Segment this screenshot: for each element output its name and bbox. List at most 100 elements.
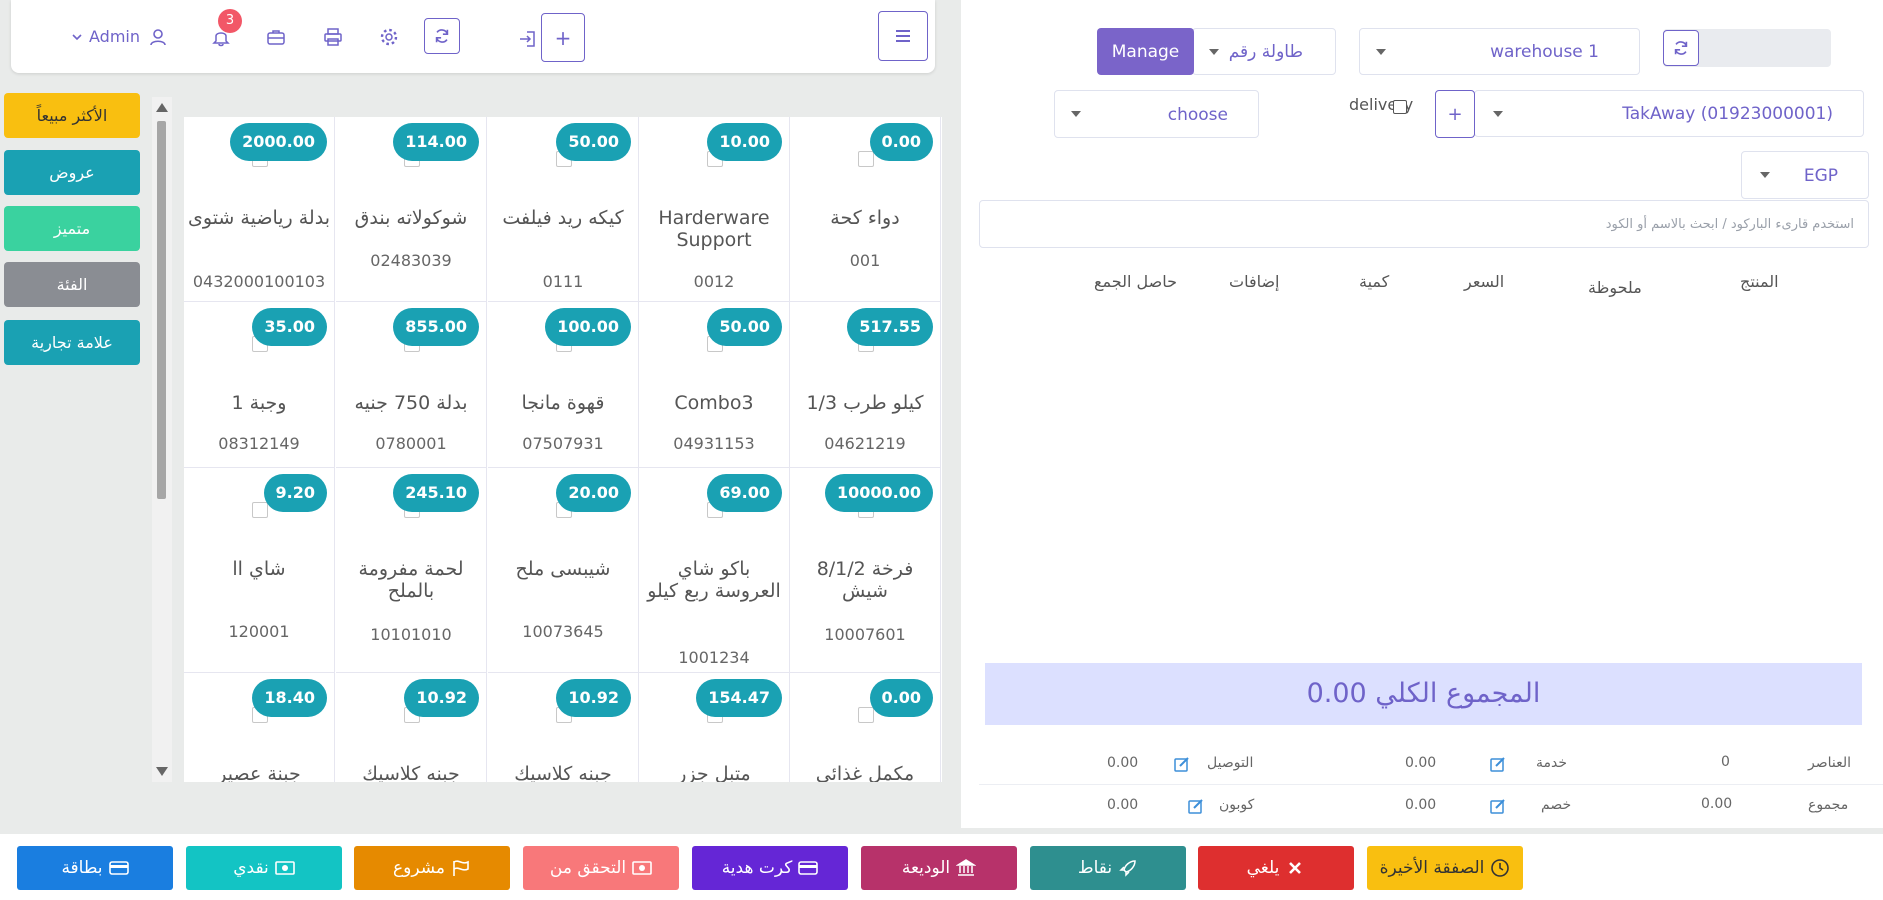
- category-button[interactable]: الفئة: [4, 262, 140, 307]
- product-name: باكو شاي العروسة ربع كيلو: [647, 558, 781, 602]
- user-name-label[interactable]: Admin: [89, 27, 140, 46]
- user-icon[interactable]: [148, 27, 170, 49]
- product-image-icon: [858, 707, 874, 723]
- edit-service-icon[interactable]: [1490, 756, 1506, 772]
- gear-icon[interactable]: [379, 27, 401, 49]
- product-card[interactable]: 10000.00 8/1/2 فرخة شيش 10007601: [790, 468, 941, 673]
- action-label: نقدي: [233, 858, 269, 878]
- product-card[interactable]: 69.00 باكو شاي العروسة ربع كيلو 1001234: [639, 468, 790, 673]
- action-button-1[interactable]: نقدي: [186, 846, 342, 890]
- product-scrollbar[interactable]: [152, 97, 172, 782]
- product-card[interactable]: 154.47 متبل جزر: [639, 673, 790, 782]
- product-code: 001: [849, 251, 881, 270]
- col-price: السعر: [1464, 272, 1505, 291]
- edit-discount-icon[interactable]: [1490, 798, 1506, 814]
- login-icon[interactable]: [518, 29, 540, 51]
- scroll-up-arrow[interactable]: [156, 103, 168, 112]
- briefcase-icon[interactable]: [266, 27, 288, 49]
- product-code: 0111: [542, 272, 584, 291]
- product-card[interactable]: 0.00 دواء كحة 001: [790, 117, 941, 302]
- action-label: الصفقة الأخيرة: [1379, 858, 1485, 878]
- credit-card-icon: [798, 858, 819, 878]
- product-card[interactable]: 517.55 1/3 كيلو طرب 04621219: [790, 302, 941, 468]
- product-price-badge: 18.40: [252, 679, 327, 717]
- discount-label: خصم: [1541, 797, 1572, 813]
- product-card[interactable]: 245.10 لحمة مفرومة بالملح 10101010: [336, 468, 487, 673]
- action-button-7[interactable]: يلغي: [1198, 846, 1354, 890]
- table-select[interactable]: طاولة رقم: [1192, 28, 1336, 75]
- delivery-fee-value: 0.00: [1107, 755, 1139, 771]
- product-name: شوكولاته بندق: [354, 207, 468, 229]
- customer-select[interactable]: TakAway (01923000001): [1474, 90, 1864, 137]
- action-button-8[interactable]: الصفقة الأخيرة: [1367, 846, 1523, 890]
- product-code: 10007601: [824, 625, 906, 644]
- grand-total: المجموع الكلي 0.00: [985, 663, 1862, 725]
- scroll-thumb[interactable]: [157, 121, 166, 499]
- product-name: جبنه كلاسيك: [362, 763, 460, 782]
- product-code: 02483039: [370, 251, 452, 270]
- category-button[interactable]: الأكثر مبيعاً: [4, 93, 140, 138]
- choose-select[interactable]: choose: [1054, 90, 1259, 138]
- add-button[interactable]: +: [541, 13, 585, 62]
- printer-icon[interactable]: [323, 27, 345, 49]
- product-name: شاي اا: [232, 558, 286, 580]
- product-card[interactable]: 855.00 بدلة 750 جنيه 0780001: [336, 302, 487, 468]
- category-button[interactable]: متميز: [4, 206, 140, 251]
- product-card[interactable]: 100.00 قهوة مانجا 07507931: [488, 302, 639, 468]
- edit-coupon-icon[interactable]: [1188, 798, 1204, 814]
- notification-badge: 3: [218, 9, 242, 33]
- scroll-down-arrow[interactable]: [156, 767, 168, 776]
- action-button-3[interactable]: التحقق من: [523, 846, 679, 890]
- refresh-warehouse-button[interactable]: [1663, 30, 1699, 66]
- product-price-badge: 50.00: [707, 308, 782, 346]
- clock-icon: [1490, 858, 1510, 878]
- product-card[interactable]: 114.00 شوكولاته بندق 02483039: [336, 117, 487, 302]
- product-card[interactable]: 2000.00 بدلة رياضية شتوى 0432000100103: [184, 117, 335, 302]
- warehouse-select[interactable]: warehouse 1: [1359, 28, 1640, 75]
- product-price-badge: 10.00: [707, 123, 782, 161]
- product-price-badge: 154.47: [696, 679, 782, 717]
- product-card[interactable]: 0.00 مكمل غذائي: [790, 673, 941, 782]
- edit-delivery-icon[interactable]: [1174, 756, 1190, 772]
- product-code: 04621219: [824, 434, 906, 453]
- chevron-down-icon[interactable]: [71, 31, 83, 43]
- col-subtotal: حاصل الجمع: [1094, 272, 1177, 291]
- action-button-2[interactable]: مشروع: [354, 846, 510, 890]
- action-button-4[interactable]: كرت هدية: [692, 846, 848, 890]
- product-card[interactable]: 9.20 شاي اا 120001: [184, 468, 335, 673]
- product-card[interactable]: 50.00 Combo3 04931153: [639, 302, 790, 468]
- delivery-checkbox[interactable]: [1393, 100, 1407, 114]
- currency-select[interactable]: EGP: [1741, 151, 1869, 199]
- add-customer-button[interactable]: +: [1435, 90, 1475, 138]
- product-card[interactable]: 10.00 Harderware Support 0012: [639, 117, 790, 302]
- product-card[interactable]: 10.92 جبنه كلاسيك: [336, 673, 487, 782]
- rocket-icon: [1118, 858, 1138, 878]
- manage-button[interactable]: Manage: [1097, 28, 1194, 75]
- product-card[interactable]: 50.00 كيكه ريد فيلفت 0111: [488, 117, 639, 302]
- service-label: خدمة: [1536, 755, 1568, 771]
- product-price-badge: 245.10: [393, 474, 479, 512]
- product-card[interactable]: 18.40 جبنة عصير: [184, 673, 335, 782]
- product-card[interactable]: 35.00 وجبة 1 08312149: [184, 302, 335, 468]
- category-button[interactable]: عروض: [4, 150, 140, 195]
- barcode-search-input[interactable]: استخدم قارىء الباركود / ابحث بالاسم أو ا…: [979, 200, 1869, 248]
- product-price-badge: 2000.00: [230, 123, 327, 161]
- product-name: قهوة مانجا: [521, 392, 605, 414]
- action-label: بطاقة: [61, 858, 103, 878]
- product-price-badge: 10.92: [404, 679, 479, 717]
- action-button-6[interactable]: نقاط: [1030, 846, 1186, 890]
- product-price-badge: 114.00: [393, 123, 479, 161]
- refresh-button[interactable]: [424, 18, 460, 54]
- menu-button[interactable]: [878, 11, 928, 61]
- product-card[interactable]: 10.92 جبنه كلاسيك: [488, 673, 639, 782]
- bank-icon: [956, 858, 977, 878]
- category-button[interactable]: علامة تجارية: [4, 320, 140, 365]
- product-card[interactable]: 20.00 شيبسى ملح 10073645: [488, 468, 639, 673]
- product-image-icon: [252, 502, 268, 518]
- action-button-5[interactable]: الوديعة: [861, 846, 1017, 890]
- total-label: مجموع: [1808, 797, 1849, 813]
- product-price-badge: 10.92: [556, 679, 631, 717]
- refresh-icon: [1674, 41, 1688, 55]
- action-button-0[interactable]: بطاقة: [17, 846, 173, 890]
- currency-value: EGP: [1803, 166, 1838, 186]
